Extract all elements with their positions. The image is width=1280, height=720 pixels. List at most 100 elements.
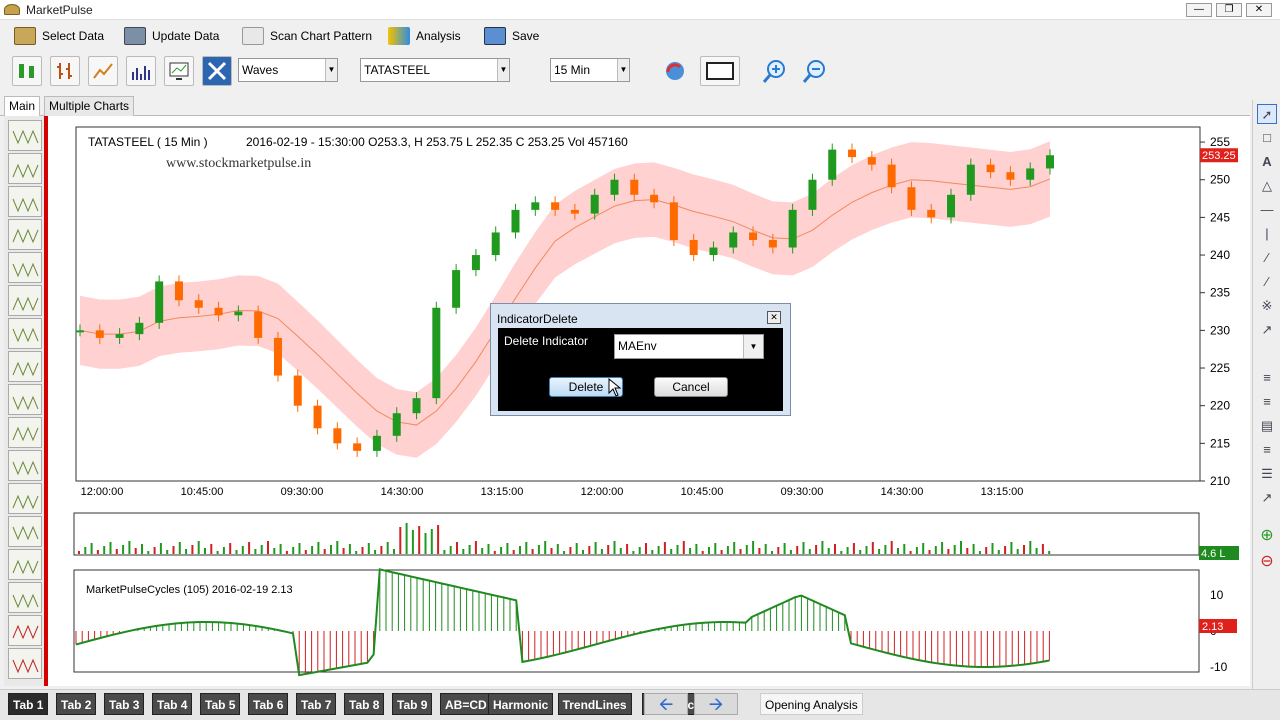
timeframe-select[interactable]: 15 Min ▼ [550,58,630,82]
bottom-tab[interactable]: Tab 8 [344,693,385,715]
chart-pattern-button[interactable] [8,351,42,382]
volume-bar [645,543,647,554]
arrow-right-icon[interactable]: 🡪 [694,693,738,715]
bottom-tab[interactable]: TrendLines [557,693,632,715]
volume-chart-button[interactable] [126,56,156,86]
chart-pattern-button[interactable] [8,186,42,217]
chart-pattern-button[interactable] [8,582,42,613]
chart-pattern-button[interactable] [8,120,42,151]
watermark: www.stockmarketpulse.in [166,156,312,171]
chart-pattern-button[interactable] [8,153,42,184]
bottom-tab[interactable]: Tab 1 [8,693,49,715]
pattern-icon [12,296,39,312]
levels-tool-button[interactable]: ≡ [1257,392,1277,412]
dialog-title: IndicatorDelete [497,312,578,326]
scan-icon [242,27,264,45]
chart-pattern-button[interactable] [8,252,42,283]
opening-analysis-tab[interactable]: Opening Analysis [760,693,863,715]
analysis-menu[interactable]: Analysis [388,26,461,46]
indicator-to-delete-select[interactable]: MAEnv ▼ [614,334,764,359]
bottom-tab[interactable]: Tab 2 [56,693,97,715]
trendline-tool-button[interactable]: ∕ [1257,248,1277,268]
volume-bar [481,548,484,554]
add-icon[interactable]: ⊕ [1257,526,1277,546]
volume-bar [626,544,629,554]
chart-pattern-button[interactable] [8,318,42,349]
bottom-tab[interactable]: AB=CD [440,693,492,715]
cancel-button[interactable]: Cancel [654,377,728,397]
refresh-button[interactable] [660,56,690,86]
volume-bar [468,545,471,554]
chart-pattern-button[interactable] [8,549,42,580]
symbol-select[interactable]: TATASTEEL ▼ [360,58,510,82]
ohlc-bar-chart-button[interactable] [50,56,80,86]
chart-pattern-button[interactable] [8,450,42,481]
tab-main[interactable]: Main [4,96,41,116]
bottom-tab[interactable]: Tab 4 [152,693,193,715]
bottom-tab[interactable]: Tab 5 [200,693,241,715]
minimize-button[interactable]: — [1186,3,1212,17]
volume-bar [827,548,830,554]
monitor-chart-button[interactable] [164,56,194,86]
bottom-tab[interactable]: Tab 6 [248,693,289,715]
text-tool-button[interactable]: A [1257,152,1277,172]
candle-body [947,194,956,218]
close-button[interactable]: ✕ [1246,3,1272,17]
zoom-out-button[interactable] [800,56,830,86]
zoom-in-button[interactable] [760,56,790,86]
grid-tool-button[interactable]: ≡ [1257,440,1277,460]
price-tick-label: 210 [1210,474,1230,488]
screenshot-button[interactable] [700,56,740,86]
volume-bar [1035,548,1038,554]
volume-bar [922,543,925,554]
vertical-line-tool-button[interactable]: | [1257,224,1277,244]
scan-chart-pattern-menu[interactable]: Scan Chart Pattern [242,26,372,46]
triangle-tool-button[interactable]: △ [1257,176,1277,196]
maximize-button[interactable]: ❐ [1216,3,1242,17]
tab-multiple-charts[interactable]: Multiple Charts [44,96,135,116]
volume-bar [884,545,887,554]
channel-tool-button[interactable]: ※ [1257,296,1277,316]
arrow-tool-button[interactable]: ↗ [1257,320,1277,340]
chart-pattern-button[interactable] [8,483,42,514]
volume-bar [330,545,332,554]
pointer-tool-button[interactable]: ➚ [1257,104,1277,124]
volume-bar [878,549,881,554]
fullscreen-button[interactable] [202,56,232,86]
update-data-menu[interactable]: Update Data [124,26,219,46]
time-tick-label: 09:30:00 [281,486,324,498]
chart-pattern-button[interactable] [8,417,42,448]
chart-pattern-button[interactable] [8,285,42,316]
ray-tool-button[interactable]: ∕ [1257,272,1277,292]
chart-pattern-button[interactable] [8,516,42,547]
indicator-select[interactable]: Waves ▼ [238,58,338,82]
chart-pattern-button[interactable] [8,219,42,250]
dialog-close-icon[interactable]: ✕ [767,311,781,324]
bottom-tab[interactable]: Harmonic [488,693,554,715]
chart-pattern-button[interactable] [8,648,42,679]
fibonacci-tool-button[interactable]: ≡ [1257,368,1277,388]
candlestick-chart-button[interactable] [12,56,42,86]
rectangle-tool-button[interactable]: □ [1257,128,1277,148]
bottom-tab[interactable]: Tab 3 [104,693,145,715]
candlestick-icon [19,64,34,78]
remove-icon[interactable]: ⊖ [1257,552,1277,572]
volume-bar [405,523,408,554]
cycle-lines-tool-button[interactable]: ☰ [1257,464,1277,484]
candle-body [848,149,857,158]
price-tick-label: 250 [1210,173,1230,187]
pattern-icon [12,361,39,377]
arrow-left-icon[interactable]: 🡨 [644,693,688,715]
line-chart-button[interactable] [88,56,118,86]
chart-pattern-button[interactable] [8,384,42,415]
chart-pattern-button[interactable] [8,615,42,646]
chevron-down-icon: ▼ [497,59,509,81]
time-tick-label: 14:30:00 [381,486,424,498]
horizontal-line-tool-button[interactable]: — [1257,200,1277,220]
select-data-menu[interactable]: Select Data [14,26,104,46]
bottom-tab[interactable]: Tab 9 [392,693,433,715]
save-menu[interactable]: Save [484,26,539,46]
fan-tool-button[interactable]: ↗ [1257,488,1277,508]
gann-tool-button[interactable]: ▤ [1257,416,1277,436]
bottom-tab[interactable]: Tab 7 [296,693,337,715]
